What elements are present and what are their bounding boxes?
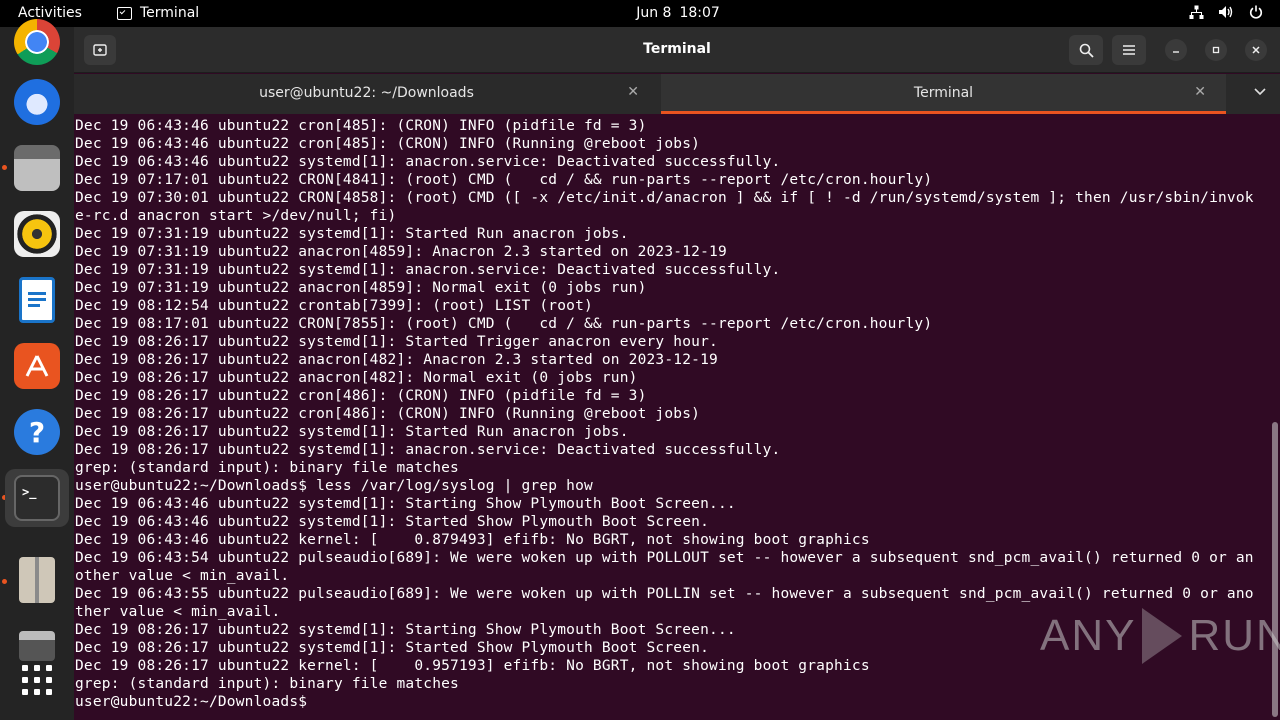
- terminal-line: Dec 19 07:30:01 ubuntu22 CRON[4858]: (ro…: [75, 190, 1254, 206]
- help-icon: ?: [14, 409, 60, 455]
- dock-help[interactable]: ?: [5, 403, 69, 461]
- header-bar: Terminal: [74, 27, 1280, 73]
- terminal-line: Dec 19 08:26:17 ubuntu22 cron[486]: (CRO…: [75, 406, 701, 422]
- show-apps-icon: [22, 665, 52, 695]
- play-icon: [1142, 608, 1183, 664]
- minimize-button[interactable]: [1165, 39, 1187, 61]
- power-icon[interactable]: [1248, 4, 1264, 20]
- terminal-line: Dec 19 06:43:46 ubuntu22 cron[485]: (CRO…: [75, 136, 701, 152]
- writer-icon: [19, 277, 55, 323]
- thunderbird-icon: [14, 79, 60, 125]
- tab-terminal[interactable]: Terminal ✕: [661, 74, 1226, 114]
- terminal-line: Dec 19 08:26:17 ubuntu22 cron[486]: (CRO…: [75, 388, 647, 404]
- terminal-line: Dec 19 06:43:46 ubuntu22 systemd[1]: Sta…: [75, 514, 710, 530]
- scrollbar[interactable]: [1272, 422, 1278, 717]
- app-center-icon: [14, 343, 60, 389]
- close-icon: [1252, 46, 1260, 54]
- clock[interactable]: Jun 8 18:07: [0, 5, 1280, 21]
- hamburger-icon: [1123, 45, 1135, 55]
- tab-label: user@ubuntu22: ~/Downloads: [259, 85, 474, 101]
- terminal-line: Dec 19 06:43:54 ubuntu22 pulseaudio[689]…: [75, 550, 1254, 566]
- volume-icon[interactable]: [1218, 4, 1234, 20]
- dock-files[interactable]: [5, 139, 69, 197]
- rhythmbox-icon: [14, 211, 60, 257]
- terminal-line: Dec 19 06:43:46 ubuntu22 cron[485]: (CRO…: [75, 118, 647, 134]
- top-bar: Activities Terminal Jun 8 18:07: [0, 0, 1280, 27]
- terminal-line: Dec 19 08:12:54 ubuntu22 crontab[7399]: …: [75, 298, 593, 314]
- terminal-line: user@ubuntu22:~/Downloads$ less /var/log…: [75, 478, 593, 494]
- system-tray[interactable]: [1188, 4, 1264, 20]
- terminal-icon: >_: [14, 475, 60, 521]
- maximize-button[interactable]: [1205, 39, 1227, 61]
- dock-archive[interactable]: [5, 551, 69, 609]
- terminal-line: Dec 19 07:31:19 ubuntu22 systemd[1]: ana…: [75, 262, 781, 278]
- files-icon: [14, 145, 60, 191]
- terminal-line: Dec 19 08:26:17 ubuntu22 anacron[482]: A…: [75, 352, 718, 368]
- tab-list-chevron-down-icon[interactable]: [1254, 84, 1266, 100]
- dock-rhythmbox[interactable]: [5, 205, 69, 263]
- dock: ? >_: [0, 19, 74, 720]
- show-apps-button[interactable]: [5, 651, 69, 709]
- terminal-line: Dec 19 06:43:46 ubuntu22 systemd[1]: Sta…: [75, 496, 736, 512]
- clock-time: 18:07: [679, 5, 720, 21]
- terminal-line: grep: (standard input): binary file matc…: [75, 676, 459, 692]
- tab-bar: user@ubuntu22: ~/Downloads ✕ Terminal ✕: [74, 74, 1280, 114]
- search-icon: [1079, 43, 1094, 58]
- menu-button[interactable]: [1112, 35, 1146, 65]
- anyrun-watermark: ANY RUN: [1040, 608, 1280, 664]
- terminal-line: grep: (standard input): binary file matc…: [75, 460, 459, 476]
- terminal-line: Dec 19 07:31:19 ubuntu22 anacron[4859]: …: [75, 244, 727, 260]
- terminal-line: Dec 19 08:26:17 ubuntu22 systemd[1]: Sta…: [75, 424, 629, 440]
- dock-terminal[interactable]: >_: [5, 469, 69, 527]
- restore-icon: [1212, 46, 1220, 54]
- terminal-line: Dec 19 06:43:46 ubuntu22 kernel: [ 0.879…: [75, 532, 870, 548]
- terminal-line: Dec 19 08:26:17 ubuntu22 systemd[1]: ana…: [75, 442, 781, 458]
- archive-icon: [19, 557, 55, 603]
- terminal-line: other value < min_avail.: [75, 568, 290, 584]
- terminal-line: Dec 19 08:26:17 ubuntu22 anacron[482]: N…: [75, 370, 638, 386]
- watermark-left: ANY: [1040, 611, 1137, 660]
- terminal-line: Dec 19 07:31:19 ubuntu22 anacron[4859]: …: [75, 280, 647, 296]
- tab-close-icon[interactable]: ✕: [627, 84, 639, 100]
- tab-close-icon[interactable]: ✕: [1194, 84, 1206, 100]
- clock-date: Jun 8: [636, 5, 672, 21]
- terminal-line: Dec 19 08:17:01 ubuntu22 CRON[7855]: (ro…: [75, 316, 933, 332]
- tab-downloads[interactable]: user@ubuntu22: ~/Downloads ✕: [74, 74, 659, 114]
- network-icon[interactable]: [1188, 4, 1204, 20]
- dock-chrome[interactable]: [5, 13, 69, 71]
- terminal-line: Dec 19 06:43:55 ubuntu22 pulseaudio[689]…: [75, 586, 1254, 602]
- search-button[interactable]: [1069, 35, 1103, 65]
- chrome-icon: [14, 19, 60, 65]
- minimize-icon: [1173, 51, 1179, 53]
- active-tab-indicator: [661, 111, 1226, 114]
- terminal-line: Dec 19 08:26:17 ubuntu22 systemd[1]: Sta…: [75, 334, 718, 350]
- dock-app-center[interactable]: [5, 337, 69, 395]
- close-button[interactable]: [1245, 39, 1267, 61]
- tab-label: Terminal: [913, 85, 974, 101]
- terminal-line: Dec 19 07:17:01 ubuntu22 CRON[4841]: (ro…: [75, 172, 933, 188]
- watermark-right: RUN: [1188, 611, 1280, 660]
- terminal-line: Dec 19 06:43:46 ubuntu22 systemd[1]: ana…: [75, 154, 781, 170]
- terminal-line: Dec 19 07:31:19 ubuntu22 systemd[1]: Sta…: [75, 226, 629, 242]
- dock-writer[interactable]: [5, 271, 69, 329]
- terminal-line: e-rc.d anacron start >/dev/null; fi): [75, 208, 397, 224]
- dock-thunderbird[interactable]: [5, 73, 69, 131]
- terminal-line: user@ubuntu22:~/Downloads$: [75, 694, 317, 710]
